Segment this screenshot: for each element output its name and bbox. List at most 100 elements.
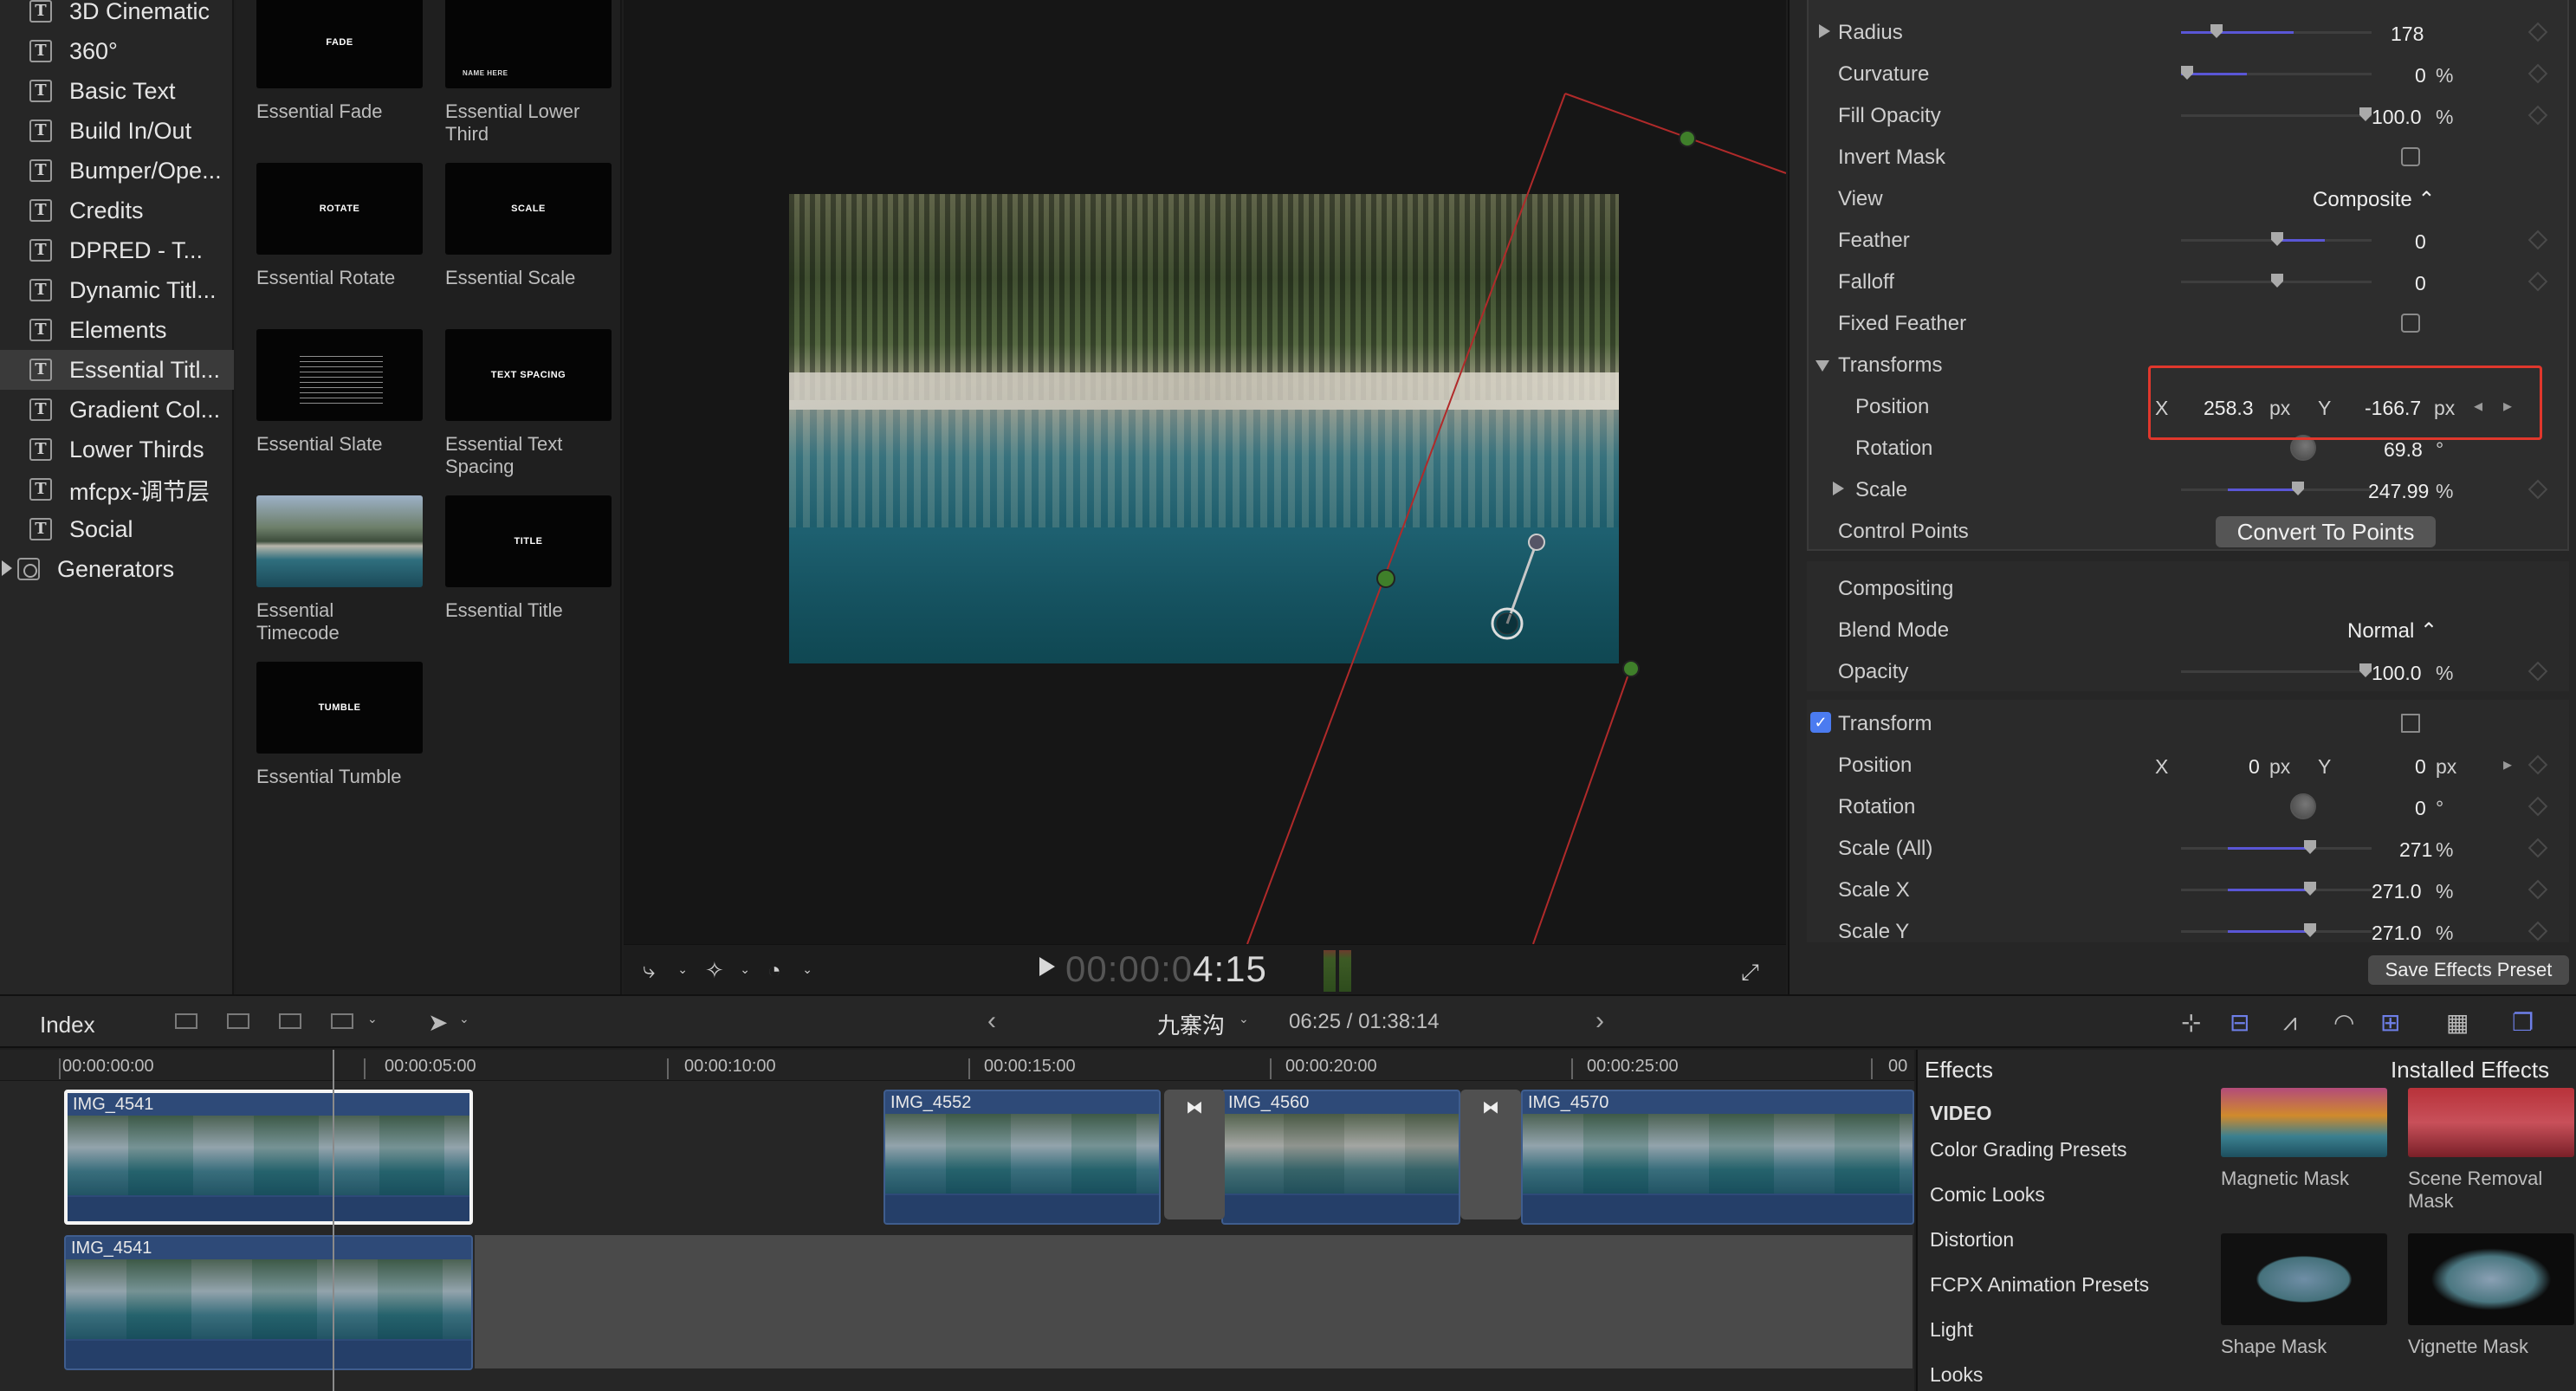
transform-onscreen-icon[interactable]	[2401, 714, 2420, 733]
sidebar-item-dynamic-titles[interactable]: T Dynamic Titl...	[0, 270, 234, 310]
sidebar-item-3d-cinematic[interactable]: T 3D Cinematic	[0, 0, 234, 31]
fixed-feather-checkbox[interactable]	[2401, 314, 2420, 333]
timecode-display[interactable]: 00:00:04:15	[1065, 948, 1267, 990]
opacity-value[interactable]: 100.0	[2372, 662, 2422, 685]
project-name[interactable]: 九寨沟	[1157, 1008, 1225, 1040]
effects-category-distortion[interactable]: Distortion	[1930, 1228, 2014, 1252]
insert-clip-icon[interactable]	[223, 1010, 255, 1034]
thumb-essential-timecode[interactable]	[256, 495, 423, 587]
convert-to-points-button[interactable]: Convert To Points	[2216, 516, 2436, 547]
feather-slider[interactable]	[2181, 232, 2372, 246]
effect-thumb-vignette-mask[interactable]	[2408, 1233, 2574, 1325]
sidebar-item-gradient-colors[interactable]: T Gradient Col...	[0, 390, 234, 430]
chevron-down-icon[interactable]: ⌄	[459, 1012, 469, 1026]
thumb-essential-lower-third[interactable]: NAME HERE	[445, 0, 612, 88]
filmstrip-icon[interactable]: ▦	[2446, 1008, 2469, 1037]
effects-category-light[interactable]: Light	[1930, 1318, 1973, 1342]
view-popup[interactable]: Composite ⌃	[2313, 187, 2436, 212]
timeline-clip[interactable]: IMG_4552	[883, 1090, 1161, 1225]
sidebar-item-build-in-out[interactable]: T Build In/Out	[0, 111, 234, 151]
snapping-icon[interactable]: ⊞	[2380, 1008, 2400, 1037]
timeline-clip[interactable]: IMG_4541	[64, 1235, 473, 1370]
keyframe-icon[interactable]	[2527, 63, 2548, 84]
viewer[interactable]	[624, 0, 1786, 944]
blend-mode-popup[interactable]: Normal ⌃	[2347, 618, 2437, 644]
clip-appearance-icon[interactable]: ⊹	[2181, 1008, 2201, 1037]
effect-thumb-magnetic-mask[interactable]	[2221, 1088, 2387, 1157]
enhance-tool-menu[interactable]: ✧ ⌄	[705, 957, 750, 985]
sidebar-item-basic-text[interactable]: T Basic Text	[0, 71, 234, 111]
shape-mask-overlay[interactable]	[624, 0, 1786, 944]
play-button[interactable]	[1039, 957, 1055, 976]
curvature-slider[interactable]	[2181, 66, 2372, 80]
thumb-essential-rotate[interactable]: ROTATE	[256, 163, 423, 255]
keyframe-icon[interactable]	[2527, 479, 2548, 500]
skimming-icon[interactable]: ⊟	[2230, 1008, 2249, 1037]
timeline-ruler[interactable]: 00:00:00:00 00:00:05:00 00:00:10:00 00:0…	[0, 1050, 1914, 1081]
keyframe-icon[interactable]	[2527, 921, 2548, 941]
effects-category-video[interactable]: VIDEO	[1930, 1102, 1992, 1125]
falloff-value[interactable]: 0	[2415, 272, 2426, 295]
next-keyframe-icon[interactable]: ▸	[2503, 754, 2512, 775]
thumb-essential-slate[interactable]	[256, 329, 423, 421]
sidebar-item-elements[interactable]: T Elements	[0, 310, 234, 350]
timeline-gap-region[interactable]	[475, 1235, 1913, 1368]
sidebar-item-360[interactable]: T 360°	[0, 31, 234, 71]
audio-meter[interactable]	[1320, 948, 1355, 992]
audio-skimming-icon[interactable]: ⩘	[2283, 1008, 2297, 1037]
fullscreen-icon[interactable]: ⤢	[1741, 959, 1765, 985]
thumb-essential-title[interactable]: TITLE	[445, 495, 612, 587]
radius-slider[interactable]	[2181, 24, 2372, 38]
effect-thumb-scene-removal-mask[interactable]	[2408, 1088, 2574, 1157]
sidebar-item-bumper[interactable]: T Bumper/Ope...	[0, 151, 234, 191]
thumb-essential-fade[interactable]: FADE	[256, 0, 423, 88]
effect-thumb-shape-mask[interactable]	[2221, 1233, 2387, 1325]
scale-x-value[interactable]: 271.0	[2372, 880, 2422, 903]
sidebar-item-credits[interactable]: T Credits	[0, 191, 234, 230]
sidebar-item-mfcpx[interactable]: Tmfcpx-调节层	[0, 469, 234, 509]
save-effects-preset-button[interactable]: Save Effects Preset	[2368, 955, 2569, 985]
rotation-dial[interactable]	[2290, 793, 2316, 819]
keyframe-icon[interactable]	[2527, 796, 2548, 817]
thumb-essential-text-spacing[interactable]: TEXT SPACING	[445, 329, 612, 421]
rotation-value[interactable]: 0	[2415, 797, 2426, 820]
keyframe-icon[interactable]	[2527, 754, 2548, 775]
back-arrow-icon[interactable]: ‹	[987, 1006, 996, 1036]
overwrite-clip-icon[interactable]	[327, 1010, 359, 1034]
keyframe-icon[interactable]	[2527, 230, 2548, 250]
scale-y-slider[interactable]	[2181, 923, 2372, 937]
opacity-slider[interactable]	[2181, 663, 2372, 677]
disclosure-triangle-icon[interactable]	[1833, 482, 1844, 495]
sidebar-item-dpred[interactable]: T DPRED - T...	[0, 230, 234, 270]
transition-bowtie[interactable]: ⧓	[1164, 1090, 1225, 1220]
effects-category-looks[interactable]: Looks	[1930, 1363, 1983, 1387]
scale-all-slider[interactable]	[2181, 840, 2372, 854]
effects-category-fcpx-animation[interactable]: FCPX Animation Presets	[1930, 1273, 2149, 1297]
effects-category-color-grading[interactable]: Color Grading Presets	[1930, 1138, 2127, 1161]
select-tool-arrow-icon[interactable]: ➤	[428, 1008, 448, 1037]
fill-opacity-value[interactable]: 100.0	[2372, 106, 2422, 129]
keyframe-icon[interactable]	[2527, 838, 2548, 858]
position-y-value[interactable]: 0	[2415, 755, 2426, 779]
sidebar-item-social[interactable]: T Social	[0, 509, 234, 549]
timeline-clip[interactable]: IMG_4560	[1221, 1090, 1460, 1225]
append-clip-icon[interactable]	[275, 1010, 307, 1034]
effects-browser-icon[interactable]: ❐	[2512, 1008, 2534, 1037]
keyframe-icon[interactable]	[2527, 879, 2548, 900]
keyframe-icon[interactable]	[2527, 271, 2548, 292]
effects-category-comic-looks[interactable]: Comic Looks	[1930, 1183, 2045, 1207]
position-x-value[interactable]: 0	[2249, 755, 2260, 779]
transition-bowtie[interactable]: ⧓	[1460, 1090, 1521, 1220]
mask-scale-slider[interactable]	[2181, 482, 2372, 495]
speed-tool-menu[interactable]: ◔ ⌄	[767, 957, 812, 985]
mask-scale-value[interactable]: 247.99	[2368, 480, 2429, 503]
fill-opacity-slider[interactable]	[2181, 107, 2372, 121]
scale-y-value[interactable]: 271.0	[2372, 922, 2422, 942]
mask-rotation-value[interactable]: 69.8	[2384, 438, 2423, 462]
scale-x-slider[interactable]	[2181, 882, 2372, 896]
timeline-clip[interactable]: IMG_4570	[1521, 1090, 1914, 1225]
thumb-essential-tumble[interactable]: TUMBLE	[256, 662, 423, 754]
solo-headphones-icon[interactable]: ◠	[2333, 1008, 2354, 1037]
chevron-down-icon[interactable]: ⌄	[367, 1012, 378, 1026]
thumb-essential-scale[interactable]: SCALE	[445, 163, 612, 255]
